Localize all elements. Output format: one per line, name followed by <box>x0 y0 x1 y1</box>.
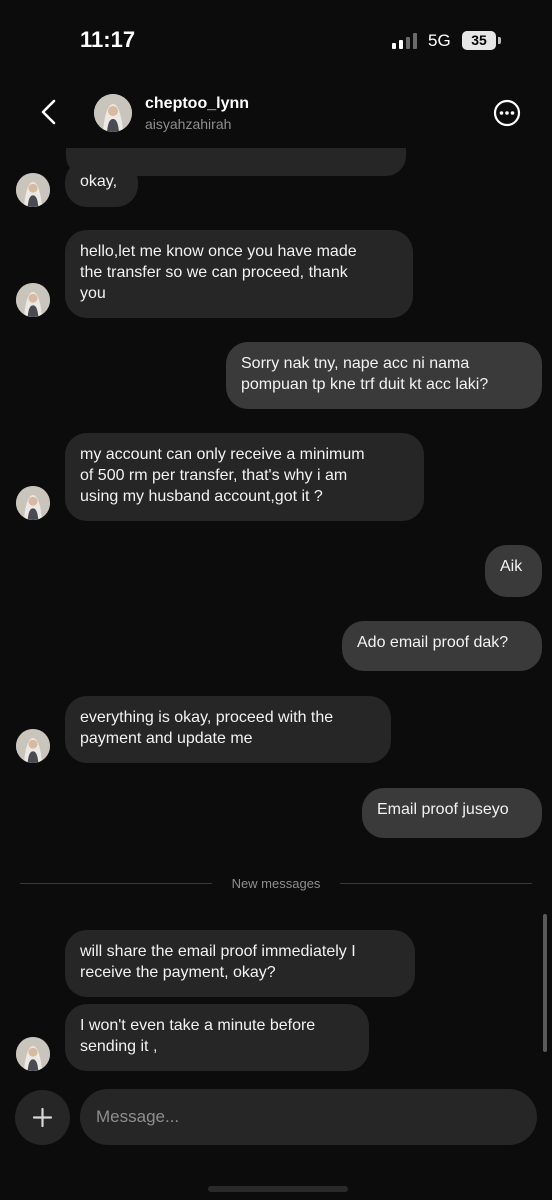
outgoing-message[interactable]: Aik <box>485 545 542 597</box>
contact-username: aisyahzahirah <box>145 116 232 132</box>
incoming-message[interactable]: everything is okay, proceed with the pay… <box>65 696 391 763</box>
home-indicator[interactable] <box>208 1186 348 1192</box>
back-arrow-icon[interactable] <box>34 96 66 128</box>
contact-avatar[interactable] <box>16 283 50 317</box>
contact-avatar[interactable] <box>16 486 50 520</box>
incoming-message[interactable]: will share the email proof immediately I… <box>65 930 415 997</box>
more-options-icon[interactable] <box>491 97 523 129</box>
incoming-message[interactable]: okay, <box>65 160 138 207</box>
outgoing-message[interactable]: Email proof juseyo <box>362 788 542 838</box>
incoming-message[interactable]: hello,let me know once you have made the… <box>65 230 413 318</box>
status-time: 11:17 <box>80 27 136 52</box>
contact-avatar[interactable] <box>16 173 50 207</box>
message-input[interactable] <box>80 1089 537 1145</box>
signal-icon <box>392 33 417 49</box>
contact-avatar[interactable] <box>16 729 50 763</box>
battery-icon: 35 <box>462 31 496 50</box>
scrollbar[interactable] <box>543 914 547 1052</box>
divider-line-right <box>340 883 532 884</box>
network-type: 5G <box>428 31 451 50</box>
plus-icon <box>32 1107 53 1128</box>
contact-avatar[interactable] <box>16 1037 50 1071</box>
contact-name[interactable]: cheptoo_lynn <box>145 95 249 113</box>
add-attachment-button[interactable] <box>15 1090 70 1145</box>
incoming-message[interactable]: my account can only receive a minimum of… <box>65 433 424 521</box>
outgoing-message[interactable]: Sorry nak tny, nape acc ni nama pompuan … <box>226 342 542 409</box>
header-avatar[interactable] <box>94 94 132 132</box>
battery-nub <box>498 37 501 44</box>
incoming-message[interactable]: I won't even take a minute before sendin… <box>65 1004 369 1071</box>
outgoing-message[interactable]: Ado email proof dak? <box>342 621 542 671</box>
